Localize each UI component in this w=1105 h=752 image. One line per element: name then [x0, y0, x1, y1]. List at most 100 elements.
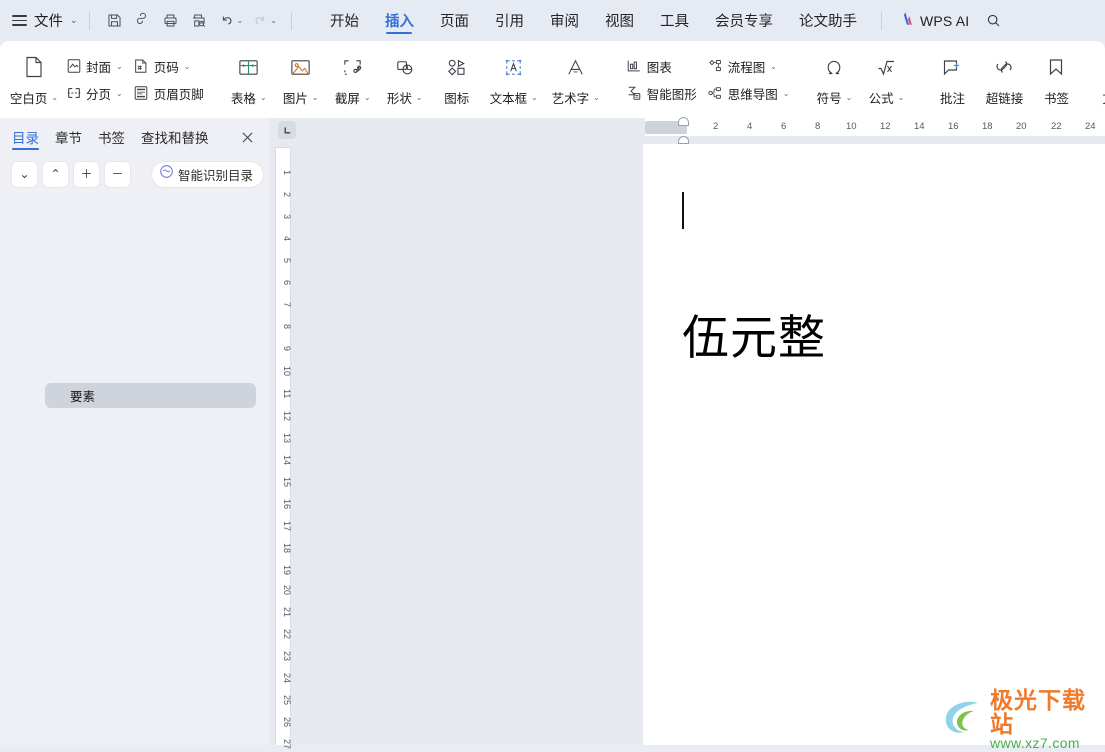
search-icon[interactable] — [985, 12, 1002, 29]
v-ruler-tick: 6 — [282, 280, 292, 286]
qat-chevron-down-icon[interactable]: ⌄ — [270, 16, 277, 25]
v-ruler-tick: 19 — [282, 565, 292, 576]
decrease-level-button[interactable]: － — [105, 161, 130, 187]
header-footer-button[interactable]: 页眉页脚 — [128, 80, 209, 106]
formula-label: 公式 — [868, 91, 894, 106]
page-number-label: 页码 — [153, 60, 179, 75]
document-body-text: 伍元整 — [682, 311, 826, 366]
smart-recognize-toc-button[interactable]: 智能识别目录 — [152, 161, 264, 187]
v-ruler-tick: 3 — [282, 214, 292, 220]
divider — [880, 11, 882, 30]
horizontal-ruler[interactable]: 2 4 6 8 10 12 14 16 18 20 22 24 — [270, 117, 1105, 150]
bookmark-button[interactable]: 书签 — [1030, 48, 1082, 112]
tab-stop-selector[interactable] — [278, 121, 296, 139]
nav-tab-find-replace[interactable]: 查找和替换 — [141, 118, 209, 156]
word-art-button[interactable]: 艺术字 ⌄ — [545, 48, 607, 112]
tab-tools[interactable]: 工具 — [647, 0, 702, 41]
v-ruler-tick: 27 — [282, 739, 292, 750]
blank-page-button[interactable]: 空白页 ⌄ — [8, 48, 60, 112]
tab-view[interactable]: 视图 — [592, 0, 647, 41]
nav-tab-bookmark[interactable]: 书签 — [98, 118, 125, 156]
text-box-button[interactable]: 文本框 ⌄ — [483, 48, 545, 112]
table-icon — [237, 54, 260, 81]
picture-label: 图片 — [282, 91, 308, 106]
v-ruler-tick: 17 — [282, 521, 292, 532]
tab-thesis-assistant[interactable]: 论文助手 — [786, 0, 870, 41]
chevron-down-icon: ⌄ — [116, 88, 123, 98]
divider — [290, 11, 292, 30]
mind-map-button[interactable]: 思维导图 ⌄ — [702, 80, 795, 106]
wps-ai-button[interactable]: WPS AI — [899, 11, 969, 31]
collapse-down-button[interactable]: ⌄ — [12, 161, 37, 187]
cover-page-icon — [65, 58, 82, 75]
cloud-sync-icon[interactable] — [129, 8, 157, 34]
table-button[interactable]: 表格 ⌄ — [223, 48, 275, 112]
ribbon-toolbar: 空白页 ⌄ 封面 ⌄ 分页 ⌄ 页码 ⌄ 页眉页脚 表格 ⌄ 图片 ⌄ 截屏 ⌄… — [0, 41, 1105, 118]
hanging-indent-marker[interactable] — [678, 136, 689, 144]
chevron-down-icon: ⌄ — [259, 92, 267, 102]
smart-art-button[interactable]: 智能图形 — [621, 80, 702, 106]
h-ruler-tick: 20 — [1016, 121, 1027, 132]
page-number-button[interactable]: 页码 ⌄ — [128, 53, 196, 79]
document-area: 2 4 6 8 10 12 14 16 18 20 22 24 1 2 3 4 … — [270, 117, 1105, 749]
v-ruler-tick: 8 — [282, 324, 292, 330]
close-icon[interactable] — [241, 131, 254, 144]
v-ruler-tick: 14 — [282, 455, 292, 466]
save-icon[interactable] — [101, 8, 129, 34]
mind-map-icon — [707, 85, 724, 102]
ribbon-group-links: 批注 超链接 书签 — [926, 41, 1082, 118]
bookmark-label: 书签 — [1043, 91, 1069, 106]
aurora-logo-icon — [940, 697, 986, 742]
v-ruler-tick: 26 — [282, 717, 292, 728]
print-preview-icon[interactable] — [185, 8, 213, 34]
increase-level-button[interactable]: ＋ — [74, 161, 99, 187]
plus-icon: ＋ — [80, 167, 93, 181]
vertical-ruler[interactable]: 1 2 3 4 5 6 7 8 9 10 11 12 13 14 15 16 1… — [275, 147, 292, 749]
tab-insert[interactable]: 插入 — [372, 0, 427, 41]
file-menu-label: 文件 — [34, 14, 63, 30]
chevron-down-icon: ⌄ — [51, 92, 59, 102]
screenshot-icon — [341, 54, 364, 81]
chevron-down-icon: ⌄ — [70, 15, 78, 25]
screenshot-button[interactable]: 截屏 ⌄ — [327, 48, 379, 112]
v-ruler-tick: 16 — [282, 499, 292, 510]
chevron-down-icon: ⌄ — [363, 92, 371, 102]
cover-page-button[interactable]: 封面 ⌄ — [60, 53, 128, 79]
picture-button[interactable]: 图片 ⌄ — [275, 48, 327, 112]
chevron-down-icon: ⌄ — [845, 92, 853, 102]
icons-button[interactable]: 图标 — [431, 48, 483, 112]
comment-button[interactable]: 批注 — [926, 48, 978, 112]
toc-entry[interactable]: 要素 — [45, 383, 256, 408]
page-break-button[interactable]: 分页 ⌄ — [60, 80, 128, 106]
tab-review[interactable]: 审阅 — [537, 0, 592, 41]
first-line-indent-marker[interactable] — [678, 117, 689, 126]
shapes-button[interactable]: 形状 ⌄ — [379, 48, 431, 112]
collapse-up-button[interactable]: ⌃ — [43, 161, 68, 187]
watermark-url: www.xz7.com — [990, 735, 1080, 752]
tab-member-exclusive[interactable]: 会员专享 — [702, 0, 786, 41]
v-ruler-tick: 13 — [282, 433, 292, 444]
print-icon[interactable] — [157, 8, 185, 34]
tab-page[interactable]: 页面 — [427, 0, 482, 41]
chart-button[interactable]: 图表 — [621, 53, 677, 79]
hyperlink-button[interactable]: 超链接 — [978, 48, 1030, 112]
tab-reference[interactable]: 引用 — [482, 0, 537, 41]
h-ruler-tick: 8 — [815, 121, 821, 132]
formula-button[interactable]: 公式 ⌄ — [860, 48, 912, 112]
file-menu-button[interactable]: 文件 ⌄ — [12, 10, 78, 31]
undo-chevron-down-icon[interactable]: ⌄ — [237, 16, 244, 25]
text-cursor — [682, 192, 684, 229]
nav-tab-toc[interactable]: 目录 — [12, 118, 39, 156]
tab-start[interactable]: 开始 — [317, 0, 372, 41]
flow-chart-button[interactable]: 流程图 ⌄ — [702, 53, 782, 79]
symbol-button[interactable]: 符号 ⌄ — [808, 48, 860, 112]
document-page[interactable]: 伍元整 — [643, 144, 1105, 745]
h-ruler-tick: 6 — [781, 121, 787, 132]
v-ruler-tick: 12 — [282, 411, 292, 422]
blank-page-label: 空白页 — [9, 91, 48, 106]
v-ruler-tick: 10 — [282, 366, 292, 377]
document-part-button[interactable]: 文档部件 — [1096, 48, 1105, 112]
nav-tab-chapter[interactable]: 章节 — [55, 118, 82, 156]
h-ruler-tick: 14 — [914, 121, 925, 132]
picture-icon — [289, 54, 312, 81]
